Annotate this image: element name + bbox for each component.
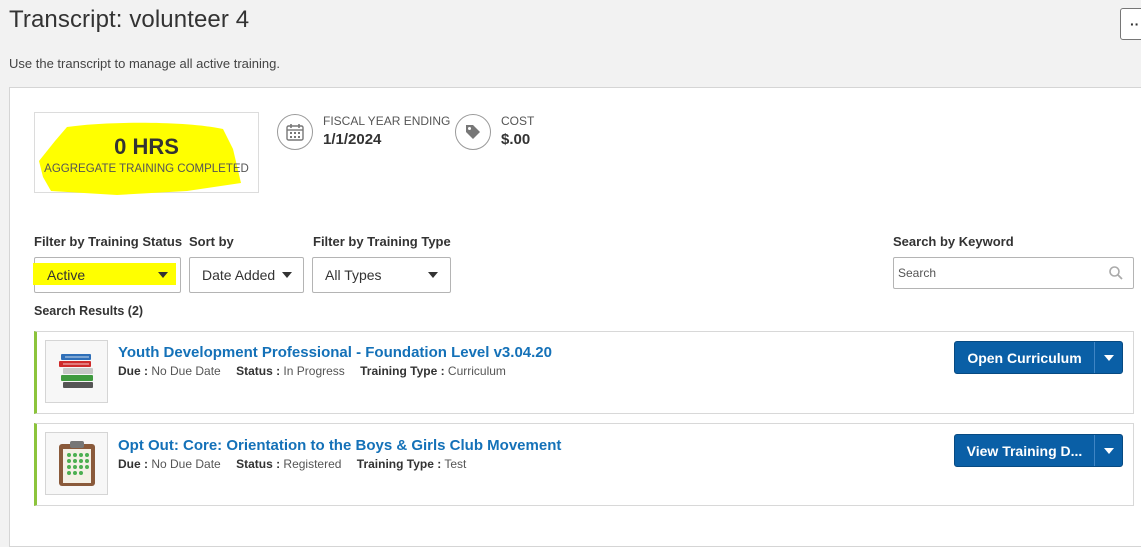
training-hours-value: 0 HRS xyxy=(114,134,179,159)
chevron-down-icon xyxy=(1103,447,1114,454)
training-type-value: Test xyxy=(444,457,467,471)
training-type-label: Training Type : xyxy=(356,457,442,471)
training-type-label: Training Type : xyxy=(360,364,445,378)
search-icon[interactable] xyxy=(1108,265,1124,281)
keyword-search-label: Search by Keyword xyxy=(893,234,1014,249)
status-value: Registered xyxy=(283,457,342,471)
action-dropdown-toggle[interactable] xyxy=(1094,435,1122,466)
sort-select[interactable]: Date Added xyxy=(189,257,304,293)
open-curriculum-button[interactable]: Open Curriculum xyxy=(955,350,1094,366)
price-tag-icon xyxy=(455,114,491,150)
due-value: No Due Date xyxy=(151,364,221,378)
training-hours-label: AGGREGATE TRAINING COMPLETED xyxy=(44,163,249,175)
result-title-link[interactable]: Youth Development Professional - Foundat… xyxy=(118,344,552,361)
result-meta: Due : No Due Date Status : Registered Tr… xyxy=(118,457,466,471)
view-training-details-button[interactable]: View Training D... xyxy=(955,443,1094,459)
sort-label: Sort by xyxy=(189,234,234,249)
cost-value: $.00 xyxy=(501,131,531,148)
cost-label: COST xyxy=(501,114,535,128)
open-curriculum-button-group: Open Curriculum xyxy=(954,341,1123,374)
chevron-down-icon xyxy=(158,272,168,278)
type-filter-value: All Types xyxy=(325,267,382,283)
chevron-down-icon xyxy=(1103,354,1114,361)
page-subtitle: Use the transcript to manage all active … xyxy=(9,56,280,71)
training-type-value: Curriculum xyxy=(447,364,506,378)
status-value: In Progress xyxy=(283,364,345,378)
due-label: Due : xyxy=(118,364,148,378)
view-training-button-group: View Training D... xyxy=(954,434,1123,467)
status-label: Status : xyxy=(236,457,281,471)
fiscal-year-label: FISCAL YEAR ENDING xyxy=(323,114,451,128)
result-title-link[interactable]: Opt Out: Core: Orientation to the Boys &… xyxy=(118,437,561,454)
chevron-down-icon xyxy=(428,272,438,278)
due-label: Due : xyxy=(118,457,148,471)
fiscal-year-value: 1/1/2024 xyxy=(323,131,382,148)
page-title: Transcript: volunteer 4 xyxy=(9,6,250,33)
status-filter-select[interactable]: Active xyxy=(33,257,181,293)
type-filter-select[interactable]: All Types xyxy=(312,257,451,293)
status-filter-value: Active xyxy=(47,267,86,283)
keyword-search-input[interactable] xyxy=(893,257,1134,289)
due-value: No Due Date xyxy=(151,457,221,471)
status-label: Status : xyxy=(236,364,281,378)
status-filter-label: Filter by Training Status xyxy=(34,234,183,249)
chevron-down-icon xyxy=(282,272,292,278)
sort-value: Date Added xyxy=(202,267,276,283)
more-options-button[interactable]: ·· xyxy=(1120,8,1141,40)
clipboard-icon xyxy=(45,432,108,495)
action-dropdown-toggle[interactable] xyxy=(1094,342,1122,373)
result-meta: Due : No Due Date Status : In Progress T… xyxy=(118,364,506,378)
type-filter-label: Filter by Training Type xyxy=(313,234,451,249)
books-icon xyxy=(45,340,108,403)
search-results-count: Search Results (2) xyxy=(34,304,144,318)
calendar-icon xyxy=(277,114,313,150)
